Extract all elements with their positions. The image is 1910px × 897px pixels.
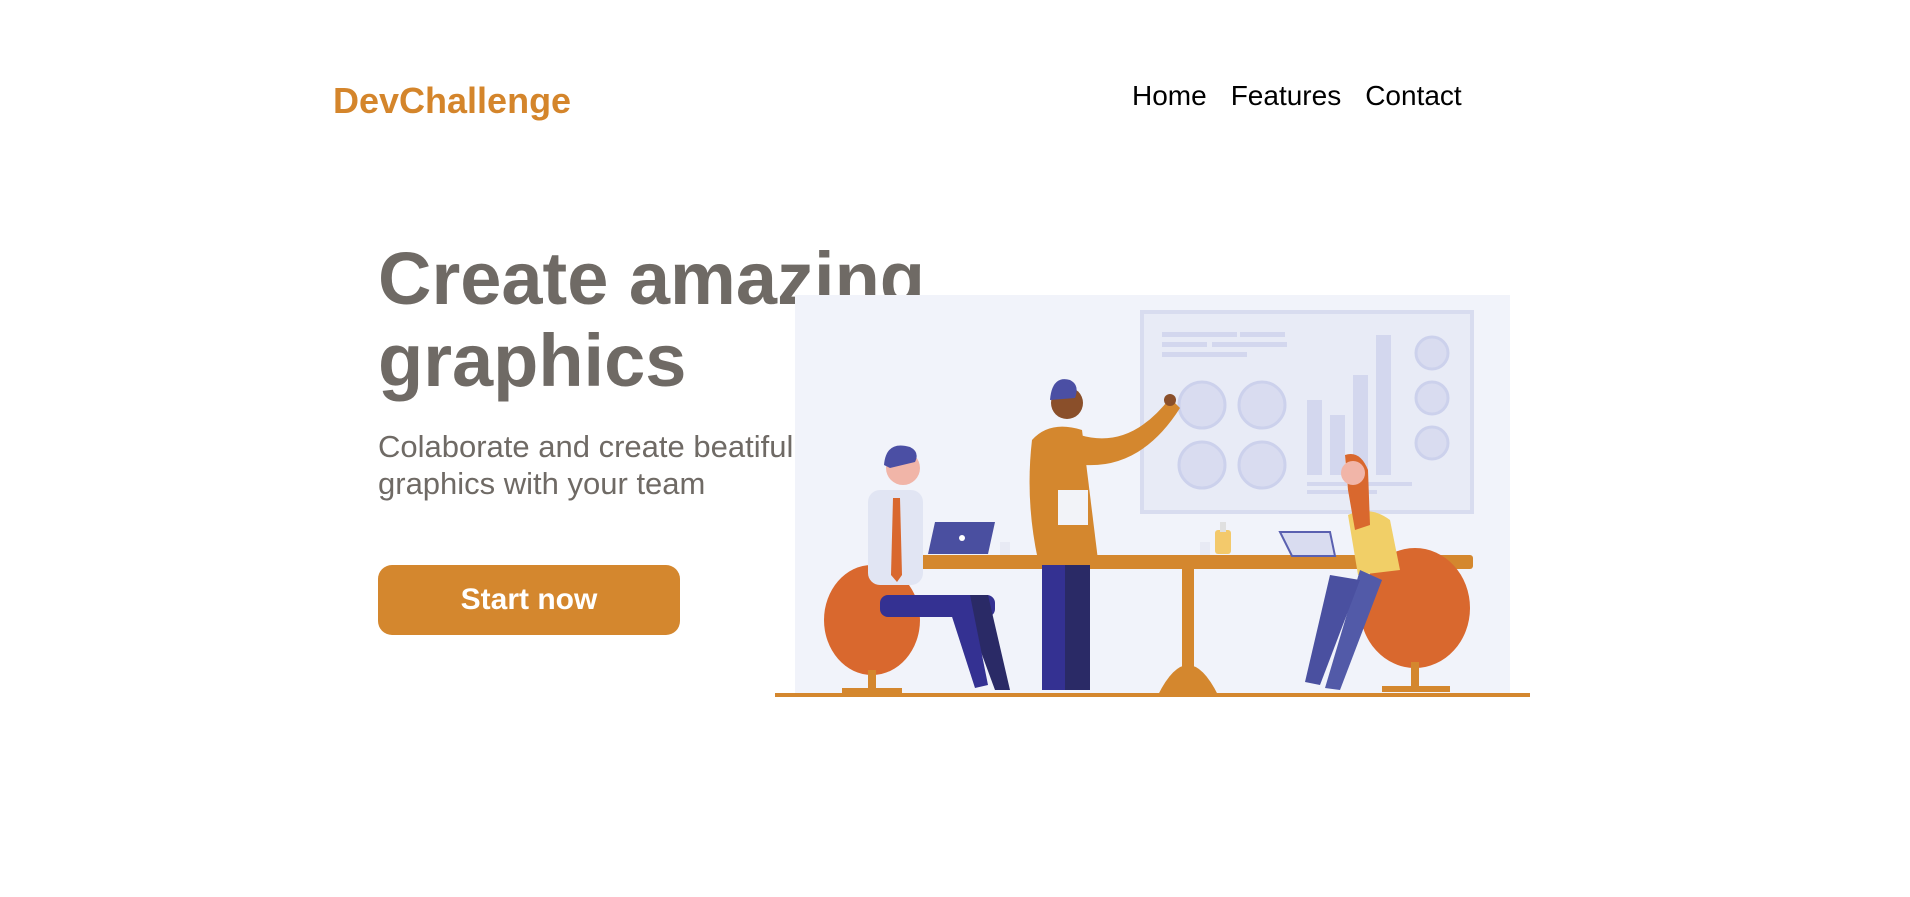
nav-link-home[interactable]: Home [1132,80,1207,112]
nav-link-contact[interactable]: Contact [1365,80,1462,112]
start-now-button[interactable]: Start now [378,565,680,635]
logo[interactable]: DevChallenge [333,80,571,122]
page: DevChallenge Home Features Contact Creat… [0,0,1910,897]
main-nav: Home Features Contact [1132,80,1462,112]
nav-link-features[interactable]: Features [1231,80,1342,112]
hero-title-line2: graphics [378,319,687,402]
hero-subtitle: Colaborate and create beatiful graphics … [378,429,794,501]
team-meeting-illustration [775,295,1530,697]
